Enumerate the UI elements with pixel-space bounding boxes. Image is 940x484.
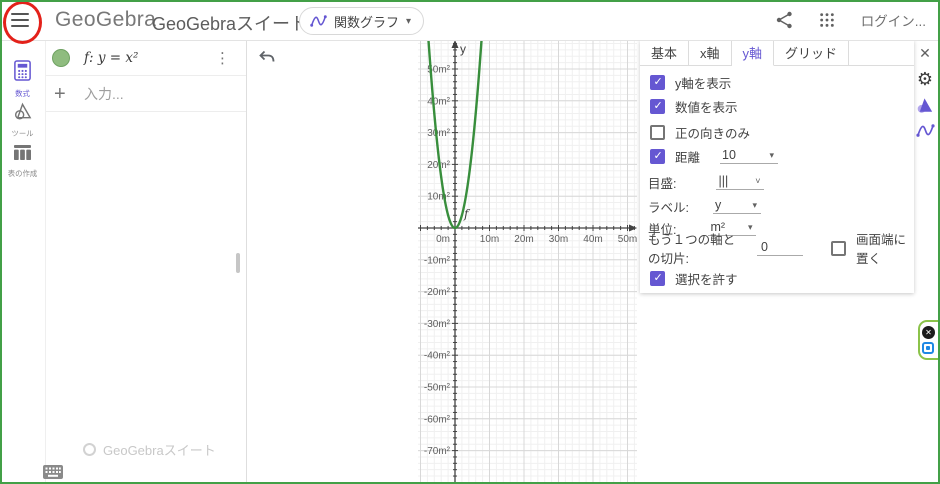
capture-close-icon[interactable]: ✕ [922, 326, 935, 339]
allow-selection-checkbox[interactable] [650, 271, 665, 286]
function-graph-icon [310, 14, 327, 28]
algebra-input-placeholder[interactable]: 入力... [84, 84, 124, 104]
svg-text:-70m²: -70m² [424, 446, 451, 457]
app-switcher-label: 関数グラフ [334, 12, 399, 31]
undo-button[interactable] [258, 49, 276, 69]
distance-checkbox[interactable] [650, 149, 665, 164]
function-graph-icon [916, 123, 935, 138]
tab-basic[interactable]: 基本 [640, 40, 689, 65]
svg-text:-50m²: -50m² [424, 383, 451, 394]
visibility-marble[interactable] [52, 49, 70, 67]
tab-x-axis[interactable]: x軸 [689, 40, 732, 65]
view-style-strip: ✕ ⚙ [912, 40, 938, 138]
svg-text:40m²: 40m² [427, 96, 450, 107]
row-distance: 距離 10 ▾ [640, 144, 914, 168]
virtual-keyboard-button[interactable] [43, 465, 63, 484]
tab-grid[interactable]: グリッド [774, 40, 849, 65]
apps-grid-button[interactable] [819, 12, 835, 28]
share-button[interactable] [776, 11, 793, 29]
svg-text:-60m²: -60m² [424, 414, 451, 425]
cross-at-input[interactable]: 0 [757, 240, 803, 256]
svg-text:10m: 10m [480, 234, 499, 245]
geometry-tools-icon [915, 96, 935, 115]
page-title: GeoGebraスイート [152, 10, 308, 36]
sidebar-item-tools[interactable]: ツール [0, 102, 45, 139]
row-cross-at: もう１つの軸との切片: 0 画面端に置く [640, 236, 914, 260]
left-nav-rail: 数式 ツール 表の作成 [0, 40, 46, 484]
axis-settings-card: 基本 x軸 y軸 グリッド y軸を表示 数値を表示 正の向きのみ 距離 [640, 40, 914, 293]
svg-text:0m: 0m [436, 234, 450, 245]
calculator-icon [13, 60, 32, 81]
sidebar-item-label: 表の作成 [2, 168, 43, 178]
svg-text:30m²: 30m² [427, 128, 450, 139]
sidebar-item-algebra[interactable]: 数式 [0, 60, 45, 99]
tools-icon [13, 102, 33, 121]
geogebra-suite-window: GeoGebra GeoGebraスイート 関数グラフ ▾ [0, 0, 940, 484]
algebra-row-f[interactable]: f: y = x² ⋮ [45, 40, 246, 76]
distance-dropdown[interactable]: 10 ▾ [720, 148, 778, 164]
svg-text:40m: 40m [583, 234, 602, 245]
row-tick-style: 目盛: ||| ˅ [640, 170, 914, 194]
app-switcher-dropdown[interactable]: 関数グラフ ▾ [299, 7, 424, 35]
svg-text:50m: 50m [618, 234, 637, 245]
svg-text:20m: 20m [514, 234, 533, 245]
share-icon [776, 11, 793, 29]
geogebra-ring-icon [83, 443, 96, 456]
svg-text:-30m²: -30m² [424, 319, 451, 330]
plus-icon: + [54, 84, 66, 104]
app-header: GeoGebra GeoGebraスイート 関数グラフ ▾ [0, 0, 940, 41]
algebra-input-row[interactable]: + 入力... [45, 76, 246, 112]
function-graph-plot[interactable]: 10m20m30m40m50m50m²40m²30m²20m²10m²-10m²… [418, 40, 637, 482]
row-show-numbers: 数値を表示 [640, 94, 914, 118]
tick-style-dropdown[interactable]: ||| ˅ [716, 174, 764, 190]
geogebra-logo: GeoGebra [55, 8, 156, 32]
algebra-panel: f: y = x² ⋮ + 入力... GeoGebraスイート [45, 40, 247, 484]
chevron-down-icon: ˅ [755, 176, 760, 186]
sidebar-item-table[interactable]: 表の作成 [0, 144, 45, 179]
function-graph-button[interactable] [916, 123, 935, 138]
keyboard-icon [43, 465, 63, 480]
svg-text:-20m²: -20m² [424, 287, 451, 298]
settings-panel-area: 基本 x軸 y軸 グリッド y軸を表示 数値を表示 正の向きのみ 距離 [637, 40, 940, 484]
chevron-down-icon: ▾ [406, 16, 411, 27]
function-expression: f: y = x² [84, 50, 138, 66]
apps-grid-icon [819, 12, 835, 28]
row-positive-only: 正の向きのみ [640, 120, 914, 144]
svg-text:-10m²: -10m² [424, 255, 451, 266]
undo-icon [258, 49, 276, 64]
settings-gear-button[interactable]: ⚙ [917, 70, 933, 88]
watermark: GeoGebraスイート [83, 440, 216, 459]
capture-record-icon[interactable] [922, 342, 934, 354]
capture-widget: ✕ [918, 320, 940, 360]
row-axis-label: ラベル: y ▾ [640, 194, 914, 218]
svg-text:-40m²: -40m² [424, 351, 451, 362]
sidebar-item-label: ツール [2, 128, 43, 138]
kebab-menu-icon[interactable]: ⋮ [215, 49, 230, 67]
settings-tabs: 基本 x軸 y軸 グリッド [640, 40, 914, 66]
show-numbers-checkbox[interactable] [650, 99, 665, 114]
chevron-down-icon: ▾ [748, 222, 753, 233]
row-allow-selection: 選択を許す [640, 266, 914, 290]
chevron-down-icon: ▾ [769, 150, 774, 161]
login-button[interactable]: ログイン... [861, 10, 926, 30]
show-y-axis-checkbox[interactable] [650, 75, 665, 90]
tab-y-axis[interactable]: y軸 [732, 40, 775, 66]
svg-text:y: y [460, 42, 466, 56]
svg-text:30m: 30m [549, 234, 568, 245]
table-icon [13, 144, 32, 161]
main-menu-button[interactable] [11, 11, 29, 29]
sidebar-item-label: 数式 [2, 88, 43, 98]
geometry-tools-button[interactable] [915, 96, 935, 115]
algebra-scrollbar[interactable] [236, 253, 240, 273]
svg-text:10m²: 10m² [427, 192, 450, 203]
row-show-y-axis: y軸を表示 [640, 70, 914, 94]
chevron-down-icon: ▾ [752, 200, 757, 211]
close-settings-button[interactable]: ✕ [919, 45, 931, 62]
stick-to-edge-checkbox[interactable] [831, 241, 846, 256]
axis-label-dropdown[interactable]: y ▾ [713, 198, 761, 214]
positive-direction-checkbox[interactable] [650, 125, 665, 140]
